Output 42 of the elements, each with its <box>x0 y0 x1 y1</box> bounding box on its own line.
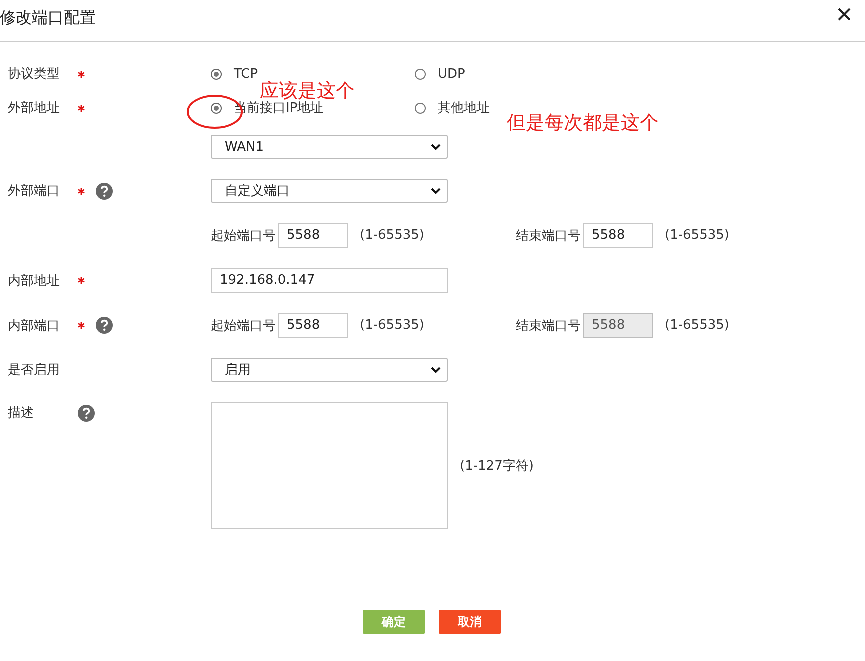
range-hint: (1-65535) <box>665 228 730 243</box>
field-label: 内部端口 <box>8 318 61 334</box>
help-icon[interactable] <box>96 182 113 200</box>
port-field[interactable]: 5588 <box>583 223 653 248</box>
port-label: 起始端口号 <box>211 228 276 244</box>
port-field[interactable]: 5588 <box>278 223 348 248</box>
chevron-down-icon <box>431 366 441 374</box>
field-label: 描述 <box>8 405 35 422</box>
cancel-button[interactable]: 取消 <box>439 610 501 634</box>
annotation-text: 应该是这个 <box>260 81 355 102</box>
chevron-down-icon <box>431 144 441 150</box>
field-label: 内部地址 <box>8 272 61 290</box>
port-field[interactable]: 5588 <box>278 313 348 338</box>
description-field[interactable] <box>211 402 448 529</box>
radio-label: 其他地址 <box>438 100 490 117</box>
dropdown[interactable]: 自定义端口 <box>211 179 448 203</box>
radio-button[interactable] <box>415 68 426 80</box>
field-label: 是否启用 <box>8 362 61 379</box>
annotation-text: 但是每次都是这个 <box>507 113 659 134</box>
help-icon[interactable] <box>96 317 113 334</box>
range-hint: (1-65535) <box>360 318 424 333</box>
radio-button[interactable] <box>415 102 426 114</box>
close-icon[interactable] <box>838 8 851 21</box>
input-field[interactable]: 192.168.0.147 <box>211 268 448 293</box>
port-label: 起始端口号 <box>211 318 276 334</box>
dropdown[interactable]: WAN1 <box>211 135 448 159</box>
radio-button[interactable] <box>211 68 222 80</box>
radio-label: UDP <box>438 66 466 82</box>
field-label: 外部端口 <box>8 183 61 200</box>
radio-label: TCP <box>234 66 258 82</box>
chevron-down-icon <box>431 188 441 194</box>
radio-button[interactable] <box>211 102 222 114</box>
field-label: 协议类型 <box>8 66 61 83</box>
dialog-title: 修改端口配置 <box>0 8 96 29</box>
port-label: 结束端口号 <box>516 318 581 334</box>
field-label: 外部地址 <box>8 100 61 117</box>
length-hint: (1-127字符) <box>460 458 534 474</box>
port-label: 结束端口号 <box>516 228 581 244</box>
range-hint: (1-65535) <box>665 318 730 333</box>
dropdown[interactable]: 启用 <box>211 358 448 382</box>
help-icon[interactable] <box>78 404 95 422</box>
range-hint: (1-65535) <box>360 228 424 243</box>
